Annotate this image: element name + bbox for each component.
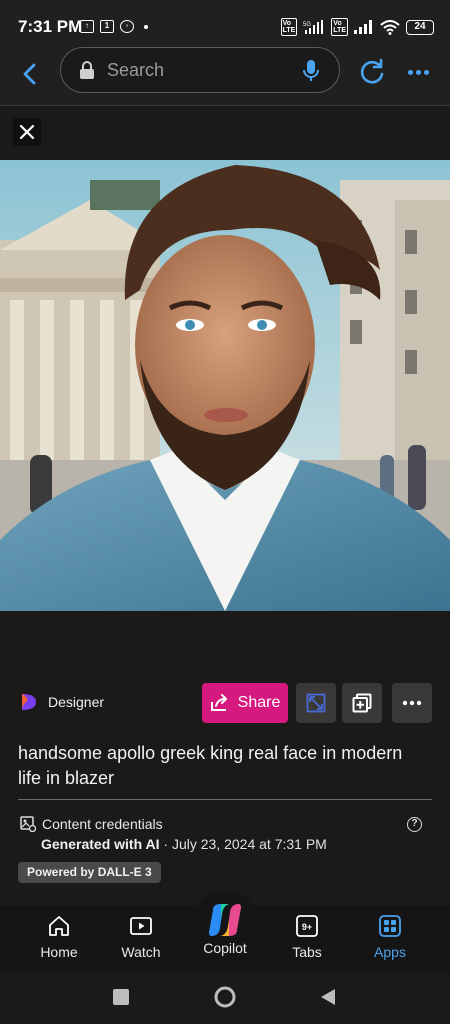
close-button[interactable] (13, 118, 41, 146)
nav-watch[interactable]: Watch (106, 914, 176, 960)
share-button[interactable]: Share (202, 683, 288, 723)
designer-label: Designer (48, 694, 105, 710)
nav-label: Apps (374, 944, 406, 960)
generated-date: · July 23, 2024 at 7:31 PM (159, 836, 327, 852)
browser-toolbar (0, 44, 450, 106)
system-status-icons: Vo LTE 5G Vo LTE 24 (280, 18, 434, 36)
more-notifications-icon (144, 24, 148, 29)
share-icon (210, 694, 227, 711)
recents-icon[interactable] (112, 988, 130, 1006)
nav-label: Watch (121, 944, 161, 960)
resize-button[interactable] (296, 683, 336, 723)
add-copy-icon (352, 693, 372, 713)
notification-icons: ↑ 1 ◦ (80, 20, 148, 33)
signal-icon-2 (354, 20, 372, 34)
refresh-icon (360, 58, 384, 84)
more-horizontal-icon (402, 700, 422, 706)
tabs-count: 9+ (302, 922, 312, 932)
designer-brand: Designer (20, 692, 104, 712)
dot (415, 69, 421, 75)
apps-icon (379, 915, 401, 937)
home-circle-icon[interactable] (213, 985, 237, 1009)
dot (407, 69, 413, 75)
generated-label: Generated with AI (41, 836, 160, 852)
dalle-badge: Powered by DALL-E 3 (18, 862, 161, 883)
home-icon (49, 916, 69, 936)
chevron-left-icon (23, 63, 36, 85)
nav-label: Copilot (203, 940, 247, 956)
more-actions-button[interactable] (392, 683, 432, 723)
content-credentials: Content credentials (20, 816, 163, 832)
volte-icon-2: Vo LTE (331, 18, 348, 36)
system-navigation-bar (0, 972, 450, 1024)
upload-notification-icon: ↑ (80, 20, 94, 33)
volte-icon: Vo LTE (280, 18, 298, 36)
status-time: 7:31 PM (18, 17, 83, 36)
nav-copilot[interactable]: Copilot (190, 902, 260, 956)
designer-logo-icon (22, 694, 36, 710)
nav-label: Tabs (292, 944, 322, 960)
close-icon (19, 124, 35, 140)
nav-tabs[interactable]: 9+ Tabs (272, 914, 342, 960)
generated-info: Generated with AI · July 23, 2024 at 7:3… (41, 836, 327, 852)
address-bar[interactable] (60, 47, 340, 93)
add-to-collection-button[interactable] (342, 683, 382, 723)
expand-icon (306, 693, 326, 713)
share-label: Share (237, 694, 281, 711)
app-notification-icon: ◦ (120, 20, 134, 33)
copilot-icon (209, 904, 241, 936)
lock-icon (80, 61, 94, 79)
calendar-notification-icon: 1 (100, 20, 114, 33)
portrait-illustration (0, 160, 450, 611)
help-icon[interactable]: ? (407, 817, 422, 832)
nav-home[interactable]: Home (24, 914, 94, 960)
nav-apps[interactable]: Apps (355, 914, 425, 960)
status-bar: 7:31 PM ↑ 1 ◦ Vo LTE 5G Vo LTE 24 (0, 0, 450, 44)
generated-image[interactable] (0, 160, 450, 611)
back-triangle-icon[interactable] (318, 987, 338, 1007)
back-button[interactable] (14, 58, 46, 90)
mic-icon[interactable] (303, 59, 319, 83)
signal-icon: 5G (303, 20, 324, 34)
battery-icon: 24 (406, 19, 434, 35)
svg-text:5G: 5G (303, 22, 311, 28)
play-icon (130, 917, 152, 935)
bottom-navigation: Home Watch Copilot 9+ Tabs Apps (0, 892, 450, 972)
tabs-icon: 9+ (296, 915, 318, 937)
dot (423, 69, 429, 75)
credentials-title: Content credentials (42, 816, 163, 832)
nav-label: Home (40, 944, 78, 960)
wifi-icon (380, 19, 400, 35)
credentials-icon (20, 816, 36, 832)
refresh-button[interactable] (356, 56, 388, 88)
divider (18, 799, 432, 800)
more-options-button[interactable] (402, 56, 434, 88)
prompt-text: handsome apollo greek king real face in … (18, 743, 403, 788)
search-input[interactable] (107, 58, 287, 82)
